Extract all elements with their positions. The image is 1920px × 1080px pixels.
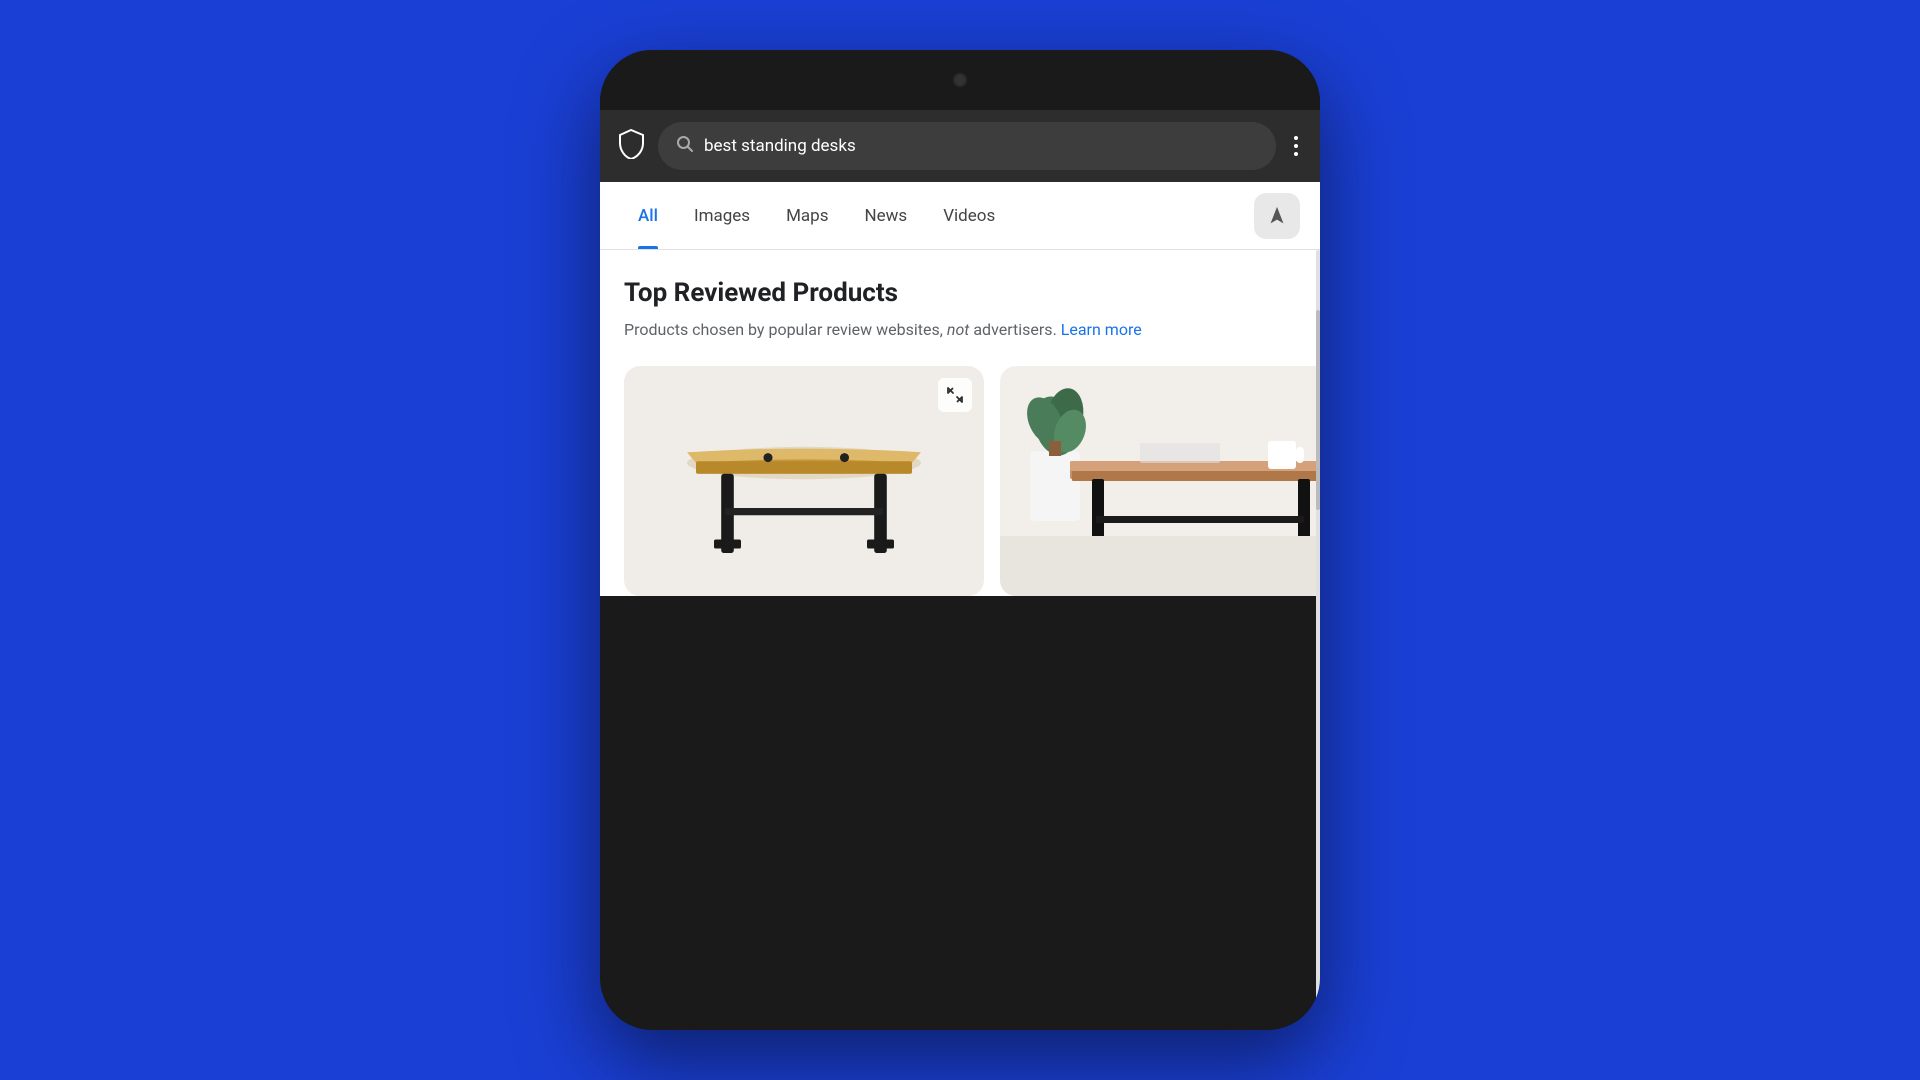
- tab-news[interactable]: News: [847, 182, 926, 249]
- expand-icon-1[interactable]: [938, 378, 972, 412]
- subtitle-text-2: advertisers.: [969, 320, 1056, 339]
- location-button[interactable]: [1254, 193, 1300, 239]
- browser-bar: best standing desks: [600, 110, 1320, 182]
- learn-more-link[interactable]: Learn more: [1061, 320, 1142, 339]
- search-query-text: best standing desks: [704, 136, 856, 156]
- location-icon: [1266, 205, 1288, 227]
- tab-all[interactable]: All: [620, 182, 676, 249]
- tab-videos[interactable]: Videos: [925, 182, 1013, 249]
- subtitle-em: not: [947, 320, 970, 339]
- scrollbar[interactable]: [1316, 250, 1320, 1030]
- shield-icon: [618, 129, 644, 163]
- phone-top-bar: [600, 50, 1320, 110]
- more-menu-button[interactable]: [1290, 128, 1302, 164]
- search-tabs: All Images Maps News Videos: [600, 182, 1320, 250]
- subtitle-text-1: Products chosen by popular review websit…: [624, 320, 947, 339]
- desk-illustration-1: [664, 391, 944, 571]
- product-card-1[interactable]: [624, 366, 984, 596]
- tab-maps[interactable]: Maps: [768, 182, 846, 249]
- phone-wrapper: best standing desks All Images Maps: [600, 50, 1320, 1030]
- search-bar[interactable]: best standing desks: [658, 122, 1276, 170]
- phone-frame: best standing desks All Images Maps: [600, 50, 1320, 1030]
- search-icon: [676, 135, 694, 157]
- scrollbar-thumb: [1316, 310, 1320, 510]
- more-dot-3: [1294, 152, 1298, 156]
- section-subtitle: Products chosen by popular review websit…: [624, 318, 1296, 342]
- tab-images[interactable]: Images: [676, 182, 768, 249]
- more-dot-2: [1294, 144, 1298, 148]
- main-content-area: Top Reviewed Products Products chosen by…: [600, 250, 1320, 1030]
- product-card-2[interactable]: [1000, 366, 1320, 596]
- more-dot-1: [1294, 136, 1298, 140]
- product-card-2-image: [1000, 366, 1320, 596]
- product-card-1-image: [624, 366, 984, 596]
- product-cards-row: [624, 366, 1296, 596]
- content-section: Top Reviewed Products Products chosen by…: [600, 250, 1320, 596]
- browser-content: All Images Maps News Videos: [600, 182, 1320, 1030]
- front-camera: [953, 73, 967, 87]
- floor: [1000, 536, 1320, 596]
- section-title: Top Reviewed Products: [624, 278, 1296, 308]
- expand-arrows-icon: [946, 386, 964, 404]
